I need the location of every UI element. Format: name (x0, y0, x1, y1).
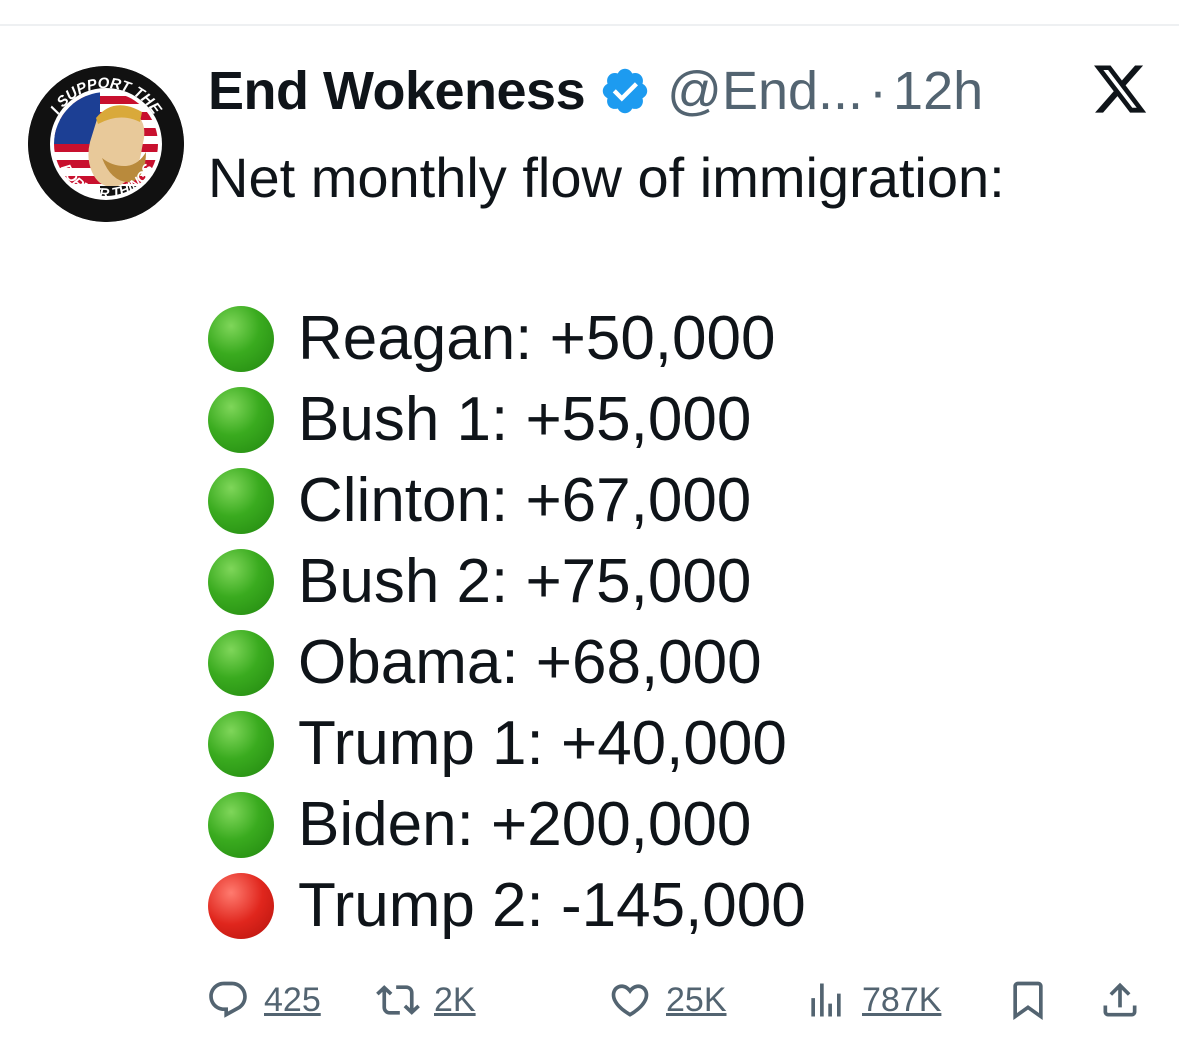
views-icon (811, 983, 841, 1017)
green-circle-icon (208, 467, 274, 534)
timestamp[interactable]: 12h (893, 60, 983, 122)
green-circle-icon (208, 548, 274, 615)
bookmark-button[interactable] (1006, 978, 1050, 1022)
list-item: Trump 2: -145,000 (208, 865, 1151, 946)
author-handle[interactable]: @End... (667, 60, 863, 122)
views-button[interactable]: 787K (804, 978, 941, 1022)
x-logo-icon (1091, 60, 1149, 118)
reply-button[interactable]: 425 (206, 978, 321, 1022)
list-item-text: Clinton: +67,000 (298, 465, 752, 535)
list-item-text: Biden: +200,000 (298, 789, 752, 859)
immigration-list: Reagan: +50,000 Bush 1: +55,000 Clinton:… (208, 298, 1151, 946)
red-circle-icon (208, 872, 274, 939)
list-item: Obama: +68,000 (208, 622, 1151, 703)
list-item-text: Reagan: +50,000 (298, 303, 776, 373)
list-item: Trump 1: +40,000 (208, 703, 1151, 784)
list-item-text: Trump 2: -145,000 (298, 870, 806, 940)
green-circle-icon (208, 629, 274, 696)
list-item-text: Trump 1: +40,000 (298, 708, 787, 778)
green-circle-icon (208, 710, 274, 777)
top-divider (0, 24, 1179, 26)
bookmark-icon (1013, 981, 1043, 1021)
list-item: Bush 2: +75,000 (208, 541, 1151, 622)
reply-icon (209, 981, 247, 1018)
reply-count: 425 (264, 980, 321, 1019)
list-item: Clinton: +67,000 (208, 460, 1151, 541)
avatar[interactable]: I SUPPORT THE FORMER THINGS (28, 66, 184, 222)
tweet-body: Net monthly flow of immigration: Reagan:… (208, 138, 1151, 946)
green-circle-icon (208, 791, 274, 858)
like-button[interactable]: 25K (608, 978, 727, 1022)
list-item: Bush 1: +55,000 (208, 379, 1151, 460)
green-circle-icon (208, 386, 274, 453)
verified-badge-icon (599, 65, 651, 117)
tweet-heading: Net monthly flow of immigration: (208, 146, 1005, 209)
heart-icon (611, 984, 649, 1017)
views-count: 787K (862, 980, 942, 1019)
repost-count: 2K (434, 980, 476, 1019)
list-item-text: Obama: +68,000 (298, 627, 762, 697)
list-item: Reagan: +50,000 (208, 298, 1151, 379)
avatar-logo: I SUPPORT THE FORMER THINGS (28, 66, 184, 222)
separator-dot: · (869, 61, 888, 121)
repost-icon (376, 985, 420, 1015)
tweet-header: End Wokeness @End... · 12h (208, 56, 1151, 126)
list-item-text: Bush 2: +75,000 (298, 546, 752, 616)
list-item: Biden: +200,000 (208, 784, 1151, 865)
green-circle-icon (208, 305, 274, 372)
action-bar: 425 2K 25K 787K (206, 970, 1151, 1030)
repost-button[interactable]: 2K (376, 978, 476, 1022)
author-display-name[interactable]: End Wokeness (208, 60, 586, 122)
list-item-text: Bush 1: +55,000 (298, 384, 752, 454)
like-count: 25K (666, 980, 727, 1019)
share-icon (1103, 982, 1137, 1017)
share-button[interactable] (1098, 978, 1142, 1022)
